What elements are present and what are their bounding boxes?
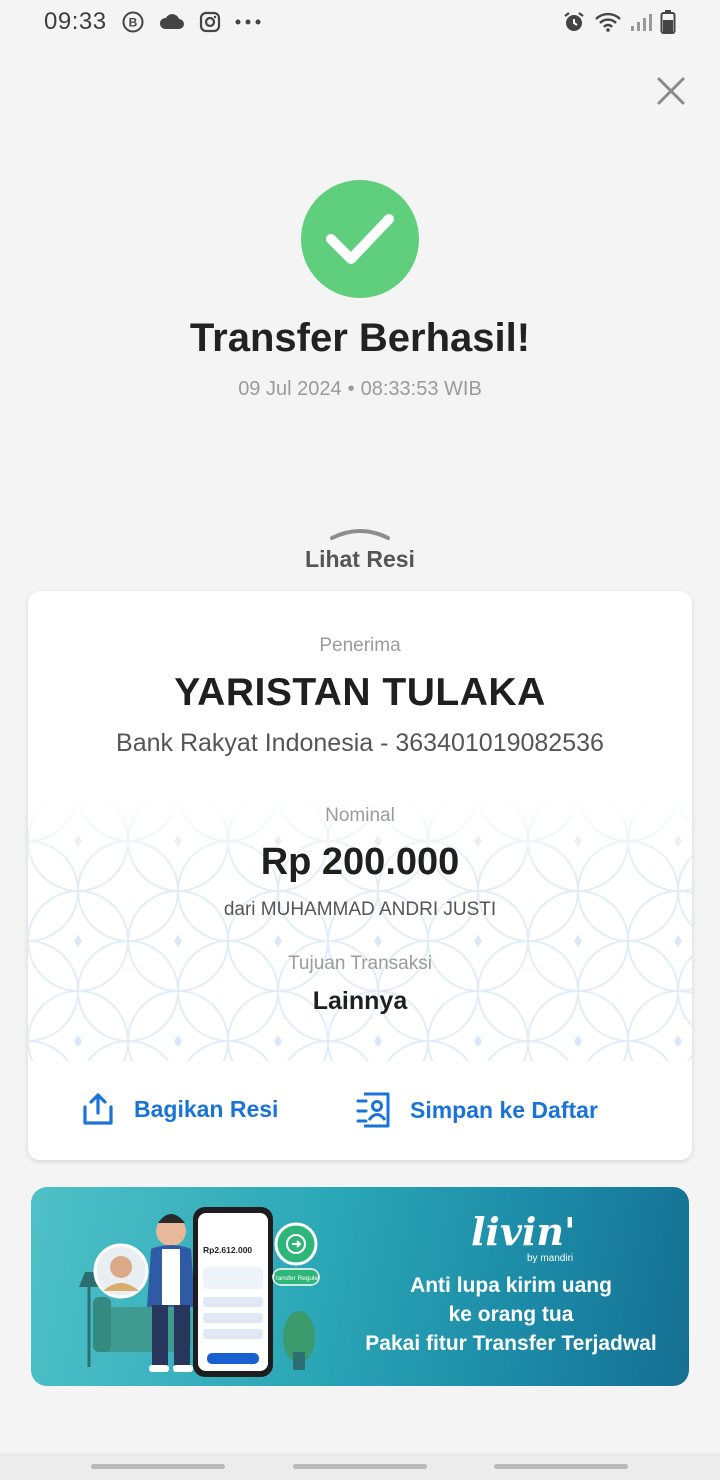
transaction-date: 09 Jul 2024 bbox=[238, 378, 342, 400]
transaction-datetime: 09 Jul 2024 • 08:33:53 WIB bbox=[0, 378, 720, 401]
nav-recent-button[interactable] bbox=[91, 1464, 225, 1469]
amount-label: Nominal bbox=[325, 805, 395, 826]
promo-line-3: Pakai fitur Transfer Terjadwal bbox=[365, 1332, 657, 1355]
datetime-separator: • bbox=[347, 378, 355, 400]
share-receipt-label: Bagikan Resi bbox=[134, 1095, 279, 1122]
view-receipt-label: Lihat Resi bbox=[305, 546, 415, 572]
wifi-icon bbox=[594, 11, 622, 33]
promo-line-2: ke orang tua bbox=[448, 1303, 574, 1326]
promo-phone-bubble: Transfer Reguler bbox=[272, 1275, 321, 1282]
close-icon bbox=[657, 77, 685, 105]
save-to-list-label: Simpan ke Daftar bbox=[410, 1096, 598, 1123]
chevron-up-icon bbox=[330, 529, 390, 540]
close-button[interactable] bbox=[652, 72, 690, 110]
share-icon bbox=[83, 1093, 113, 1125]
transaction-purpose: Lainnya bbox=[312, 987, 408, 1015]
nav-back-button[interactable] bbox=[494, 1464, 628, 1469]
promo-phone-amount: Rp2.612.000 bbox=[203, 1245, 252, 1255]
instagram-icon bbox=[199, 11, 221, 33]
status-left: 09:33 B bbox=[44, 8, 261, 36]
recipient-name: YARISTAN TULAKA bbox=[174, 671, 546, 714]
share-receipt-button[interactable]: Bagikan Resi bbox=[80, 1091, 278, 1127]
nav-home-button[interactable] bbox=[293, 1464, 427, 1469]
transfer-amount: Rp 200.000 bbox=[260, 841, 460, 883]
livin-logo: livin' bbox=[471, 1209, 576, 1254]
receipt-card: Penerima YARISTAN TULAKA Bank Rakyat Ind… bbox=[28, 591, 692, 1160]
status-right bbox=[562, 9, 676, 35]
battery-icon bbox=[660, 9, 676, 35]
view-receipt-toggle[interactable]: Lihat Resi bbox=[260, 526, 460, 580]
status-bar: 09:33 B bbox=[0, 0, 720, 44]
promo-text: Anti lupa kirim uang ke orang tua Pakai … bbox=[331, 1271, 689, 1358]
status-time: 09:33 bbox=[44, 8, 107, 35]
more-icon bbox=[235, 18, 261, 26]
alarm-icon bbox=[562, 10, 586, 34]
transaction-time: 08:33:53 WIB bbox=[360, 378, 482, 400]
cloud-icon bbox=[159, 12, 185, 32]
recipient-bank-account: Bank Rakyat Indonesia - 363401019082536 bbox=[116, 729, 604, 757]
b-circle-icon: B bbox=[121, 10, 145, 34]
promo-line-1: Anti lupa kirim uang bbox=[410, 1274, 612, 1297]
promo-illustration: Rp2.612.000 Transfer Reguler bbox=[79, 1207, 321, 1377]
purpose-label: Tujuan Transaksi bbox=[288, 953, 432, 974]
success-title: Transfer Berhasil! bbox=[189, 316, 531, 360]
contact-add-icon bbox=[356, 1092, 390, 1128]
receipt-actions: Bagikan Resi Simpan ke Daftar bbox=[28, 1061, 692, 1160]
system-nav-bar bbox=[0, 1453, 720, 1480]
recipient-label: Penerima bbox=[319, 635, 401, 656]
checkmark-icon bbox=[326, 214, 394, 264]
success-badge bbox=[301, 180, 419, 298]
save-to-list-button[interactable]: Simpan ke Daftar bbox=[356, 1091, 598, 1129]
batik-pattern bbox=[28, 791, 692, 1061]
signal-icon bbox=[630, 11, 652, 33]
svg-text:B: B bbox=[128, 16, 137, 30]
sender-name: dari MUHAMMAD ANDRI JUSTI bbox=[223, 899, 497, 920]
promo-banner[interactable]: Rp2.612.000 Transfer Reguler livin' by m… bbox=[31, 1187, 689, 1386]
livin-logo-sub: by mandiri bbox=[527, 1253, 574, 1264]
